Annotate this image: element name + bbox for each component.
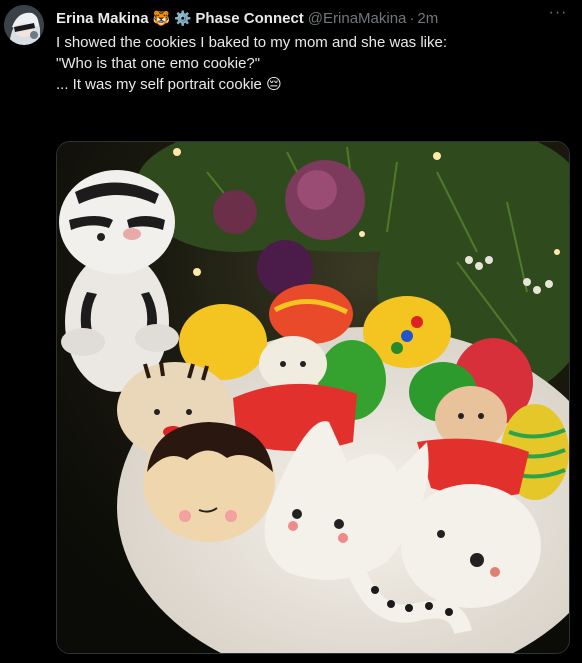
post-text: I showed the cookies I baked to my mom a… <box>56 32 568 95</box>
cookie-photo-illustration <box>57 142 569 653</box>
avatar[interactable] <box>4 5 44 45</box>
author-affiliation: Phase Connect <box>195 9 304 27</box>
author-handle[interactable]: @ErinaMakina <box>308 10 407 27</box>
post-timestamp[interactable]: 2m <box>417 10 438 27</box>
author-display-name[interactable]: Erina Makina <box>56 10 149 27</box>
post-header: Erina Makina 🐯 ⚙️ Phase Connect @ErinaMa… <box>56 7 572 29</box>
tiger-emoji-icon: 🐯 <box>152 10 170 26</box>
gear-emoji-icon: ⚙️ <box>173 10 192 26</box>
more-options-icon[interactable]: ··· <box>546 5 570 26</box>
separator-dot: · <box>409 9 415 27</box>
post-text-line: ... It was my self portrait cookie 😔 <box>56 76 282 93</box>
post-text-line: I showed the cookies I baked to my mom a… <box>56 34 448 51</box>
post-text-line: "Who is that one emo cookie?" <box>56 55 261 72</box>
post-photo[interactable] <box>56 141 570 654</box>
